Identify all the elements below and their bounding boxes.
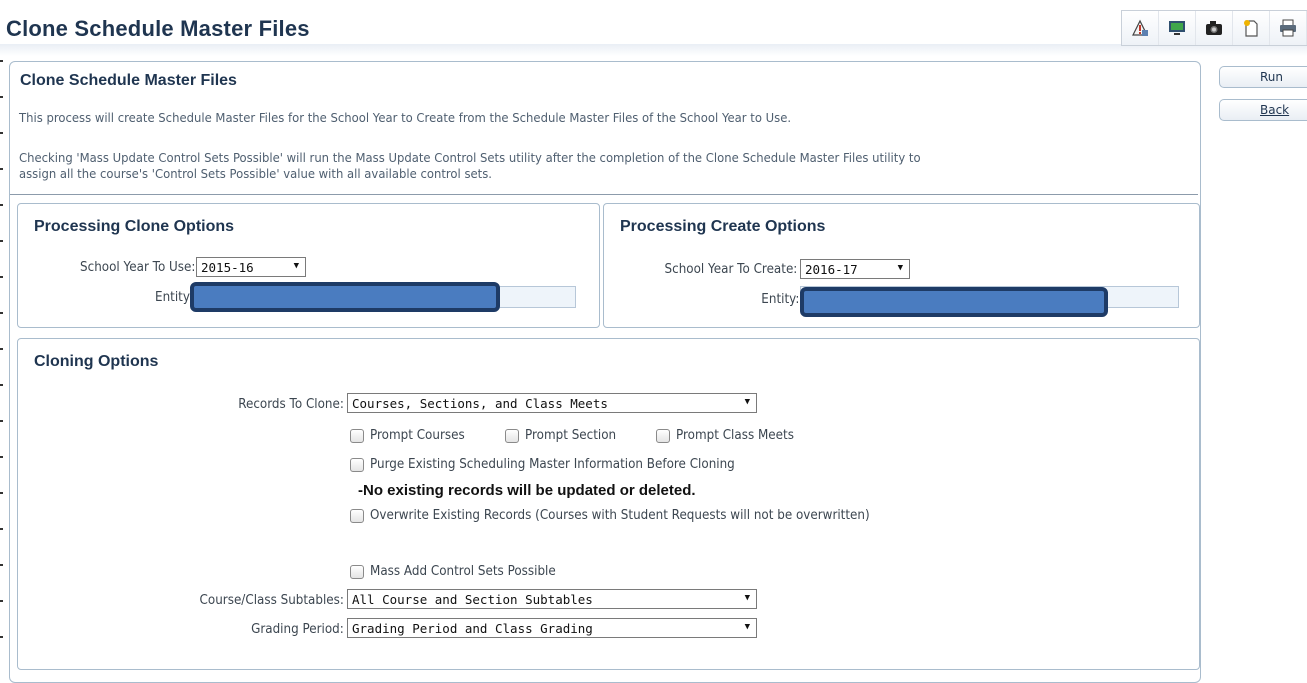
- left-edge-marker: [0, 60, 3, 657]
- purge-existing-checkbox[interactable]: Purge Existing Scheduling Master Informa…: [350, 457, 766, 472]
- records-to-clone-select[interactable]: Courses, Sections, and Class Meets ▼: [347, 393, 757, 413]
- clone-options-heading: Processing Clone Options: [34, 218, 235, 235]
- overwrite-existing-label: Overwrite Existing Records (Courses with…: [370, 508, 870, 523]
- create-entity-redaction: [800, 287, 1108, 317]
- title-divider: [0, 44, 1307, 56]
- run-button[interactable]: Run: [1219, 66, 1307, 88]
- overwrite-existing-checkbox[interactable]: Overwrite Existing Records (Courses with…: [350, 508, 913, 523]
- prompt-section-checkbox[interactable]: Prompt Section: [505, 428, 624, 443]
- toolbar: [1121, 10, 1307, 46]
- mass-add-control-sets-checkbox[interactable]: Mass Add Control Sets Possible: [350, 564, 572, 579]
- records-to-clone-value: Courses, Sections, and Class Meets: [352, 396, 608, 411]
- checkbox-box[interactable]: [350, 428, 364, 443]
- title-bar: Clone Schedule Master Files: [0, 0, 1307, 58]
- description-divider: [10, 194, 1198, 195]
- school-year-create-value: 2016-17: [805, 262, 858, 277]
- grading-period-select[interactable]: Grading Period and Class Grading ▼: [347, 618, 757, 638]
- clone-entity-redaction: [190, 282, 500, 312]
- prompt-courses-label: Prompt Courses: [370, 428, 465, 443]
- grading-period-value: Grading Period and Class Grading: [352, 621, 593, 636]
- checkbox-box[interactable]: [656, 428, 670, 443]
- chevron-down-icon: ▼: [744, 397, 750, 407]
- description-line-1: This process will create Schedule Master…: [19, 110, 792, 125]
- main-heading: Clone Schedule Master Files: [20, 72, 237, 89]
- checkbox-box[interactable]: [350, 457, 364, 472]
- school-year-create-label: School Year To Create:: [664, 262, 797, 277]
- chevron-down-icon: ▼: [744, 622, 750, 632]
- monitor-icon[interactable]: [1159, 11, 1196, 45]
- checkbox-box[interactable]: [505, 428, 519, 443]
- course-class-subtables-label: Course/Class Subtables:: [199, 593, 344, 608]
- description-line-2: Checking 'Mass Update Control Sets Possi…: [19, 150, 921, 165]
- create-options-heading: Processing Create Options: [620, 218, 826, 235]
- camera-icon[interactable]: [1196, 11, 1233, 45]
- create-entity-label: Entity:: [760, 292, 799, 307]
- back-button[interactable]: Back: [1219, 99, 1307, 121]
- report-icon[interactable]: [1122, 11, 1159, 45]
- prompt-class-meets-checkbox[interactable]: Prompt Class Meets: [656, 428, 804, 443]
- school-year-use-label: School Year To Use:: [79, 260, 195, 275]
- prompt-class-meets-label: Prompt Class Meets: [676, 428, 794, 443]
- no-update-warning: -No existing records will be updated or …: [358, 482, 696, 499]
- course-class-subtables-select[interactable]: All Course and Section Subtables ▼: [347, 589, 757, 609]
- grading-period-label: Grading Period:: [251, 622, 344, 637]
- description-line-3: assign all the course's 'Control Sets Po…: [19, 166, 492, 181]
- print-icon[interactable]: [1270, 11, 1307, 45]
- new-page-icon[interactable]: [1233, 11, 1270, 45]
- mass-add-control-sets-label: Mass Add Control Sets Possible: [370, 564, 556, 579]
- purge-existing-label: Purge Existing Scheduling Master Informa…: [370, 457, 735, 472]
- checkbox-box[interactable]: [350, 564, 364, 579]
- action-panel: [1209, 58, 1307, 657]
- chevron-down-icon: ▼: [293, 261, 299, 271]
- chevron-down-icon: ▼: [744, 593, 750, 603]
- clone-entity-label: Entity: [155, 290, 190, 305]
- school-year-use-value: 2015-16: [201, 260, 254, 275]
- school-year-create-select[interactable]: 2016-17 ▼: [800, 259, 910, 279]
- cloning-options-heading: Cloning Options: [34, 353, 159, 370]
- prompt-courses-checkbox[interactable]: Prompt Courses: [350, 428, 473, 443]
- chevron-down-icon: ▼: [897, 263, 903, 273]
- page-title: Clone Schedule Master Files: [6, 16, 310, 41]
- school-year-use-select[interactable]: 2015-16 ▼: [196, 257, 306, 277]
- records-to-clone-label: Records To Clone:: [238, 397, 344, 412]
- checkbox-box[interactable]: [350, 508, 364, 523]
- course-class-subtables-value: All Course and Section Subtables: [352, 592, 593, 607]
- prompt-section-label: Prompt Section: [525, 428, 617, 443]
